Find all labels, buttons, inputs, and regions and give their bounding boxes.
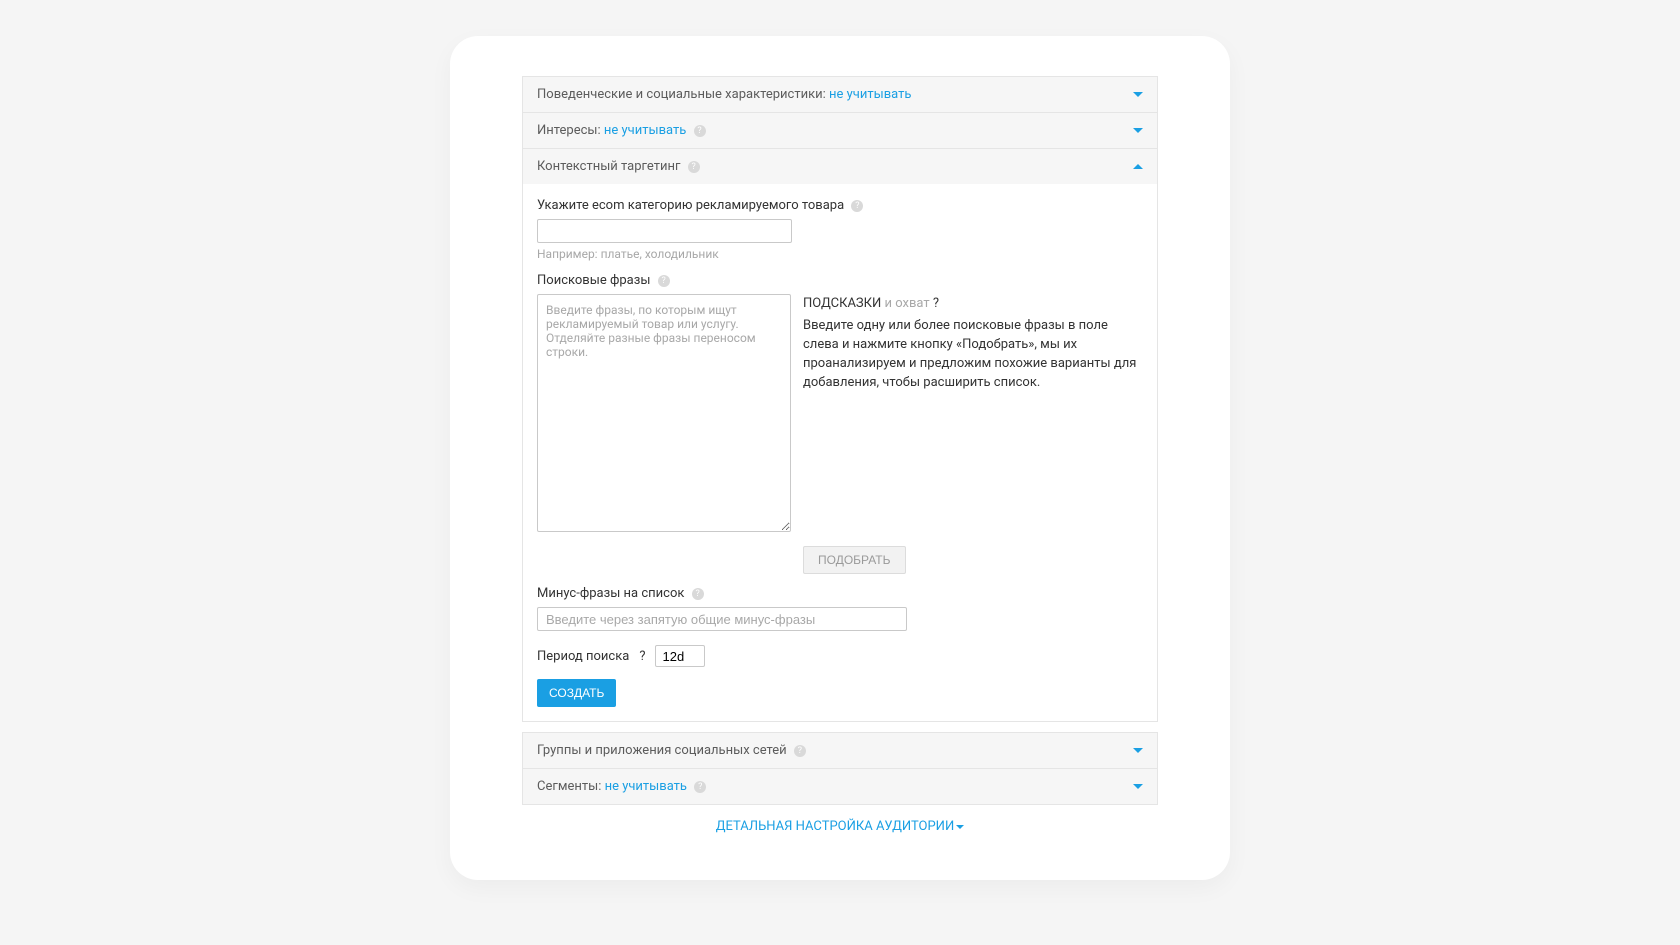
interests-label: Интересы: — [537, 123, 601, 138]
hints-title: ПОДСКАЗКИ — [803, 296, 881, 311]
minus-input[interactable] — [537, 607, 907, 631]
ecom-hint: Например: платье, холодильник — [537, 247, 1143, 261]
detail-audience-link[interactable]: ДЕТАЛЬНАЯ НАСТРОЙКА АУДИТОРИИ — [522, 819, 1158, 834]
help-icon[interactable]: ? — [639, 649, 645, 664]
interests-value: не учитывать — [604, 123, 686, 138]
create-button[interactable]: СОЗДАТЬ — [537, 679, 616, 707]
period-row: Период поиска ? — [537, 645, 1143, 667]
help-icon[interactable]: ? — [694, 781, 706, 793]
hints-body: Введите одну или более поисковые фразы в… — [803, 317, 1143, 392]
groups-label: Группы и приложения социальных сетей — [537, 743, 787, 758]
section-contextual: Контекстный таргетинг ? Укажите ecom кат… — [522, 149, 1158, 722]
pick-button[interactable]: ПОДОБРАТЬ — [803, 546, 906, 574]
help-icon[interactable]: ? — [794, 745, 806, 757]
chevron-down-icon — [1133, 748, 1143, 753]
ecom-label: Укажите ecom категорию рекламируемого то… — [537, 198, 844, 213]
detail-link-label: ДЕТАЛЬНАЯ НАСТРОЙКА АУДИТОРИИ — [716, 819, 954, 834]
contextual-body: Укажите ecom категорию рекламируемого то… — [523, 184, 1157, 721]
minus-label: Минус-фразы на список — [537, 586, 684, 601]
ecom-input[interactable] — [537, 219, 792, 243]
settings-card: Поведенческие и социальные характеристик… — [450, 36, 1230, 880]
section-segments: Сегменты: не учитывать ? — [522, 769, 1158, 805]
help-icon[interactable]: ? — [688, 161, 700, 173]
hints-subtitle: и охват — [885, 296, 930, 311]
period-label: Период поиска — [537, 649, 629, 664]
segments-value: не учитывать — [605, 779, 687, 794]
section-interests: Интересы: не учитывать ? — [522, 113, 1158, 149]
chevron-down-icon — [956, 825, 964, 829]
section-interests-header[interactable]: Интересы: не учитывать ? — [523, 113, 1157, 148]
help-icon[interactable]: ? — [692, 588, 704, 600]
chevron-down-icon — [1133, 92, 1143, 97]
help-icon[interactable]: ? — [694, 125, 706, 137]
section-segments-header[interactable]: Сегменты: не учитывать ? — [523, 769, 1157, 804]
period-input[interactable] — [655, 645, 705, 667]
segments-label: Сегменты: — [537, 779, 601, 794]
help-icon[interactable]: ? — [658, 275, 670, 287]
section-behavioral: Поведенческие и социальные характеристик… — [522, 76, 1158, 113]
behavioral-value: не учитывать — [829, 87, 911, 102]
chevron-down-icon — [1133, 128, 1143, 133]
contextual-label: Контекстный таргетинг — [537, 159, 680, 174]
hints-title-row: ПОДСКАЗКИ и охват ? — [803, 296, 1143, 311]
behavioral-label: Поведенческие и социальные характеристик… — [537, 87, 826, 102]
chevron-down-icon — [1133, 784, 1143, 789]
minus-label-row: Минус-фразы на список ? — [537, 586, 1143, 601]
ecom-label-row: Укажите ecom категорию рекламируемого то… — [537, 198, 1143, 213]
section-contextual-header[interactable]: Контекстный таргетинг ? — [523, 149, 1157, 184]
phrases-textarea[interactable] — [537, 294, 791, 532]
section-groups: Группы и приложения социальных сетей ? — [522, 732, 1158, 769]
chevron-up-icon — [1133, 164, 1143, 169]
phrases-label-row: Поисковые фразы ? — [537, 273, 1143, 288]
phrases-label: Поисковые фразы — [537, 273, 650, 288]
section-groups-header[interactable]: Группы и приложения социальных сетей ? — [523, 733, 1157, 768]
help-icon[interactable]: ? — [851, 200, 863, 212]
help-icon[interactable]: ? — [933, 296, 939, 311]
section-behavioral-header[interactable]: Поведенческие и социальные характеристик… — [523, 77, 1157, 112]
